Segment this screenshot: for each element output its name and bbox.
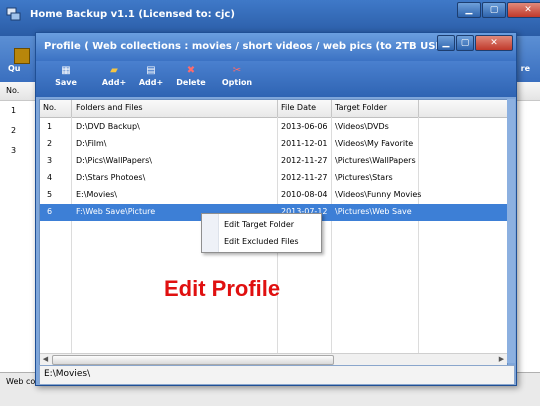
- main-status-text: Web co: [6, 377, 36, 386]
- delete-button[interactable]: ✖ Delete: [171, 64, 211, 94]
- row-target: \Videos\My Favorite: [335, 139, 414, 148]
- add-file-icon: ▤: [146, 65, 156, 76]
- row-path: E:\Movies\: [76, 190, 117, 199]
- column-header-target-folder[interactable]: Target Folder: [335, 103, 387, 112]
- option-button[interactable]: ✂ Option: [217, 64, 257, 94]
- scrollbar-thumb[interactable]: [52, 355, 334, 365]
- save-button[interactable]: ▦ Save: [46, 64, 86, 94]
- main-grid-row-number[interactable]: 1: [11, 106, 16, 115]
- dialog-toolbar: ▦ Save ▰ Add+ ▤ Add+ ✖ Delete ✂ Option: [36, 61, 516, 97]
- row-path: D:\Film\: [76, 139, 107, 148]
- menu-item-edit-target-folder[interactable]: Edit Target Folder: [224, 220, 294, 229]
- close-icon[interactable]: ✕: [507, 2, 540, 18]
- main-grid-row-number[interactable]: 3: [11, 146, 16, 155]
- dialog-status-path: E:\Movies\: [44, 369, 91, 379]
- row-date: 2013-06-06: [281, 122, 328, 131]
- context-menu-icon-strip: [202, 214, 219, 252]
- column-header-folders[interactable]: Folders and Files: [76, 103, 143, 112]
- menu-item-edit-excluded-files[interactable]: Edit Excluded Files: [224, 237, 299, 246]
- row-no: 2: [47, 139, 53, 148]
- quick-backup-icon[interactable]: [14, 48, 30, 64]
- main-grid-header-no: No.: [6, 86, 20, 95]
- delete-icon: ✖: [186, 65, 196, 76]
- save-button-label: Save: [55, 78, 77, 87]
- row-path: D:\DVD Backup\: [76, 122, 140, 131]
- table-row[interactable]: 3 D:\Pics\WallPapers\ 2012-11-27 \Pictur…: [40, 153, 507, 170]
- main-toolbar-left-label[interactable]: Qu: [8, 64, 21, 73]
- edit-profile-caption: Edit Profile: [164, 276, 281, 301]
- row-target: \Pictures\WallPapers: [335, 156, 416, 165]
- main-grid-row-number[interactable]: 2: [11, 126, 16, 135]
- add-folder-button-label: Add+: [101, 78, 127, 87]
- minimize-icon[interactable]: ▁: [457, 2, 481, 18]
- row-date: 2012-11-27: [281, 156, 328, 165]
- row-target: \Videos\DVDs: [335, 122, 389, 131]
- row-target: \Videos\Funny Movies: [335, 190, 422, 199]
- column-header-file-date[interactable]: File Date: [281, 103, 316, 112]
- row-path: D:\Pics\WallPapers\: [76, 156, 152, 165]
- context-menu: Edit Target Folder Edit Excluded Files: [201, 213, 322, 253]
- horizontal-scrollbar[interactable]: ◀ ▶: [40, 353, 507, 365]
- main-window-title: Home Backup v1.1 (Licensed to: cjc): [30, 9, 235, 20]
- minimize-icon[interactable]: ▁: [437, 35, 455, 51]
- column-header-no[interactable]: No.: [43, 103, 56, 112]
- table-row[interactable]: 1 D:\DVD Backup\ 2013-06-06 \Videos\DVDs: [40, 119, 507, 136]
- app-icon: [6, 7, 21, 21]
- table-row[interactable]: 5 E:\Movies\ 2010-08-04 \Videos\Funny Mo…: [40, 187, 507, 204]
- add-folder-icon: ▰: [110, 65, 118, 76]
- delete-button-label: Delete: [176, 78, 206, 87]
- add-folder-button[interactable]: ▰ Add+: [94, 64, 134, 94]
- main-window-controls: ▁ ▢ ✕: [456, 2, 540, 18]
- maximize-icon[interactable]: ▢: [482, 2, 506, 18]
- save-icon: ▦: [61, 65, 71, 76]
- row-target: \Pictures\Stars: [335, 173, 393, 182]
- row-path: F:\Web Save\Picture: [76, 207, 156, 216]
- main-title-bar: Home Backup v1.1 (Licensed to: cjc) ▁ ▢ …: [0, 0, 540, 36]
- profile-dialog: Profile ( Web collections : movies / sho…: [35, 32, 517, 386]
- dialog-right-edge: [507, 99, 515, 363]
- row-no: 3: [47, 156, 53, 165]
- dialog-window-controls: ▁ ▢ ✕: [436, 35, 513, 51]
- table-row[interactable]: 2 D:\Film\ 2011-12-01 \Videos\My Favorit…: [40, 136, 507, 153]
- list-header: No. Folders and Files File Date Target F…: [40, 100, 507, 118]
- add-file-button-label: Add+: [138, 78, 164, 87]
- row-target: \Pictures\Web Save: [335, 207, 412, 216]
- row-path: D:\Stars Photoes\: [76, 173, 146, 182]
- scroll-left-icon[interactable]: ◀: [40, 354, 51, 365]
- add-file-button[interactable]: ▤ Add+: [131, 64, 171, 94]
- dialog-status-bar: E:\Movies\: [39, 365, 515, 385]
- main-toolbar-right-label[interactable]: re: [521, 64, 530, 73]
- row-no: 5: [47, 190, 53, 199]
- option-icon: ✂: [232, 65, 242, 76]
- row-date: 2010-08-04: [281, 190, 328, 199]
- row-no: 6: [47, 207, 53, 216]
- row-no: 4: [47, 173, 53, 182]
- table-row[interactable]: 4 D:\Stars Photoes\ 2012-11-27 \Pictures…: [40, 170, 507, 187]
- close-icon[interactable]: ✕: [475, 35, 513, 51]
- dialog-title: Profile ( Web collections : movies / sho…: [44, 41, 439, 52]
- row-no: 1: [47, 122, 53, 131]
- scroll-right-icon[interactable]: ▶: [496, 354, 507, 365]
- row-date: 2012-11-27: [281, 173, 328, 182]
- dialog-title-bar[interactable]: Profile ( Web collections : movies / sho…: [36, 33, 516, 61]
- maximize-icon[interactable]: ▢: [456, 35, 474, 51]
- row-date: 2011-12-01: [281, 139, 328, 148]
- option-button-label: Option: [221, 78, 253, 87]
